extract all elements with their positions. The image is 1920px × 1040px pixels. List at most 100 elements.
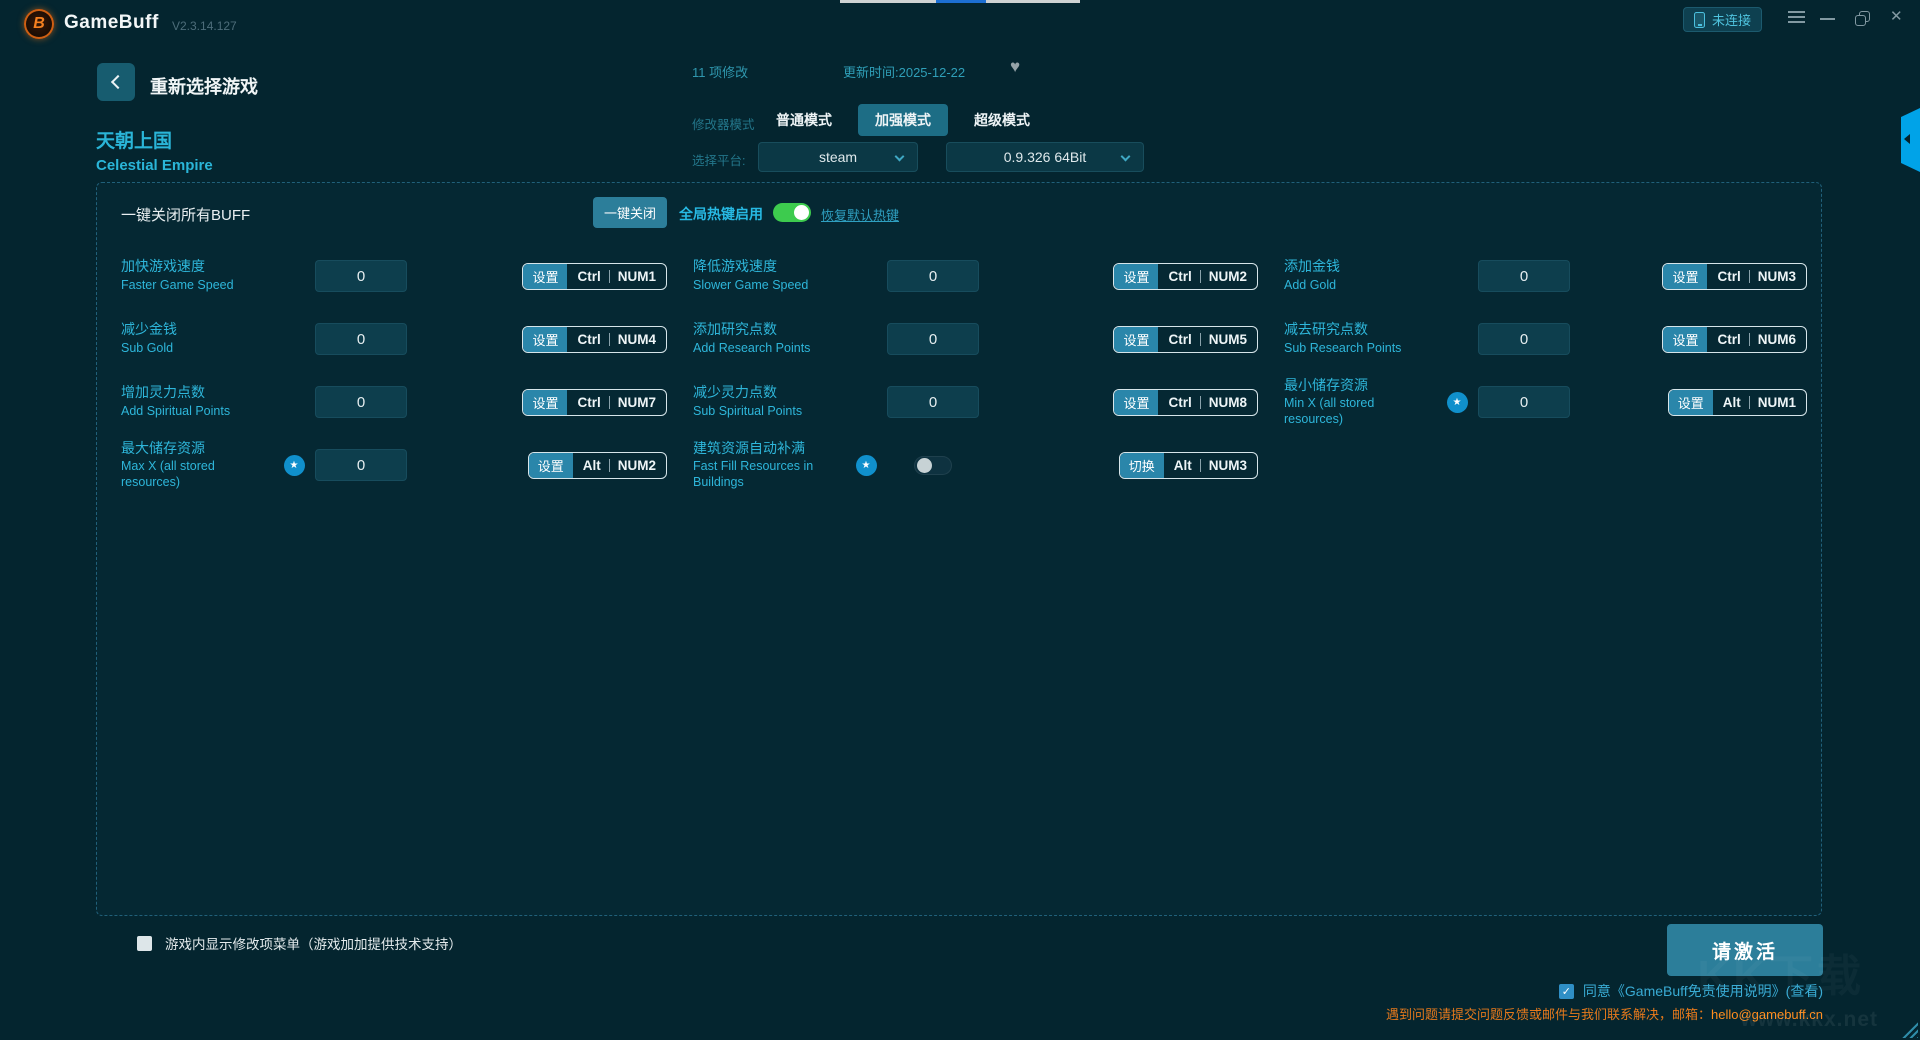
hotkey-action-button[interactable]: 设置 <box>1663 327 1707 352</box>
toggle-knob <box>917 458 932 473</box>
ingame-menu-checkbox[interactable] <box>137 936 152 951</box>
hotkey-modifier: Ctrl <box>577 332 600 347</box>
hotkey-key: NUM1 <box>618 269 656 284</box>
hotkey-setter[interactable]: 设置 Ctrl NUM3 <box>1662 263 1807 290</box>
chevron-down-icon <box>1121 152 1131 162</box>
cheat-value-input[interactable] <box>315 449 407 481</box>
hotkey-key: NUM4 <box>618 332 656 347</box>
hotkey-action-button[interactable]: 切换 <box>1120 453 1164 478</box>
tab-super-mode[interactable]: 超级模式 <box>957 104 1047 136</box>
hotkey-separator <box>1749 270 1750 283</box>
star-slot: ★ <box>845 455 887 476</box>
version-dropdown-value: 0.9.326 64Bit <box>1004 149 1087 165</box>
tab-normal-mode[interactable]: 普通模式 <box>759 104 849 136</box>
hotkey-keys: Ctrl NUM7 <box>567 390 666 415</box>
version-dropdown[interactable]: 0.9.326 64Bit <box>946 142 1144 172</box>
star-slot: ★ <box>1436 266 1478 287</box>
platform-dropdown[interactable]: steam <box>758 142 918 172</box>
hotkey-keys: Ctrl NUM1 <box>567 264 666 289</box>
gamebuff-logo-icon: B <box>24 9 54 39</box>
cheat-name-cn: 添加研究点数 <box>693 321 845 339</box>
hotkey-setter[interactable]: 设置 Ctrl NUM1 <box>522 263 667 290</box>
tab-enhanced-mode[interactable]: 加强模式 <box>858 104 948 136</box>
hotkey-action-button[interactable]: 设置 <box>1669 390 1713 415</box>
cheat-value-input[interactable] <box>1478 386 1570 418</box>
hotkey-action-button[interactable]: 设置 <box>523 390 567 415</box>
hotkey-separator <box>1200 396 1201 409</box>
minimize-icon[interactable] <box>1820 18 1835 20</box>
cheat-value-input[interactable] <box>887 323 979 355</box>
hotkey-setter[interactable]: 设置 Ctrl NUM8 <box>1113 389 1258 416</box>
cheat-value-input[interactable] <box>887 260 979 292</box>
hamburger-menu-icon[interactable] <box>1788 11 1805 13</box>
cheat-value-input[interactable] <box>1478 323 1570 355</box>
phone-icon <box>1694 12 1705 28</box>
hotkey-modifier: Ctrl <box>1168 269 1191 284</box>
cheat-name-cn: 添加金钱 <box>1284 258 1436 276</box>
connection-status-button[interactable]: 未连接 <box>1683 7 1762 32</box>
global-hotkey-toggle[interactable] <box>773 203 811 222</box>
hotkey-key: NUM8 <box>1209 395 1247 410</box>
hotkey-setter[interactable]: 设置 Ctrl NUM6 <box>1662 326 1807 353</box>
hotkey-action-button[interactable]: 设置 <box>1114 390 1158 415</box>
cheat-name-en: Max X (all stored resources) <box>121 459 273 490</box>
chevron-down-icon <box>895 152 905 162</box>
cheat-label: 最小储存资源 Min X (all stored resources) <box>1284 377 1436 428</box>
platform-label: 选择平台: <box>692 150 745 169</box>
hotkey-key: NUM6 <box>1758 332 1796 347</box>
star-slot: ★ <box>273 392 315 413</box>
favorite-heart-icon[interactable]: ♥ <box>1010 57 1020 77</box>
cheat-value-input[interactable] <box>315 386 407 418</box>
cheat-name-en: Min X (all stored resources) <box>1284 396 1436 427</box>
star-icon: ★ <box>856 455 877 476</box>
agreement-checkbox[interactable]: ✓ <box>1559 984 1574 999</box>
maximize-restore-icon[interactable] <box>1855 11 1872 27</box>
cheat-name-en: Slower Game Speed <box>693 278 845 294</box>
close-icon[interactable]: ✕ <box>1890 9 1903 24</box>
hotkey-key: NUM2 <box>1209 269 1247 284</box>
side-panel-tab[interactable] <box>1901 108 1920 172</box>
hotkey-setter[interactable]: 设置 Ctrl NUM4 <box>522 326 667 353</box>
cheat-value-input[interactable] <box>887 386 979 418</box>
cheat-label: 添加研究点数 Add Research Points <box>693 321 845 356</box>
hotkey-action-button[interactable]: 设置 <box>529 453 573 478</box>
cheat-value-input[interactable] <box>1478 260 1570 292</box>
mode-tabs: 普通模式 加强模式 超级模式 <box>759 104 1047 136</box>
kill-all-button[interactable]: 一键关闭 <box>593 197 667 228</box>
hotkey-action-button[interactable]: 设置 <box>523 327 567 352</box>
hotkey-setter[interactable]: 设置 Ctrl NUM7 <box>522 389 667 416</box>
star-icon: ★ <box>284 455 305 476</box>
cheat-toggle[interactable] <box>914 456 952 475</box>
hotkey-action-button[interactable]: 设置 <box>1663 264 1707 289</box>
cheat-item: 最小储存资源 Min X (all stored resources) ★ 设置… <box>1284 371 1811 433</box>
hotkey-key: NUM7 <box>618 395 656 410</box>
hotkey-key: NUM3 <box>1209 458 1247 473</box>
resize-grip[interactable] <box>1901 1021 1918 1038</box>
cheat-item: 减少金钱 Sub Gold ★ 设置 Ctrl NUM4 <box>121 308 693 370</box>
page-title: 重新选择游戏 <box>150 73 258 99</box>
game-title-cn: 天朝上国 <box>96 126 172 153</box>
hotkey-setter[interactable]: 切换 Alt NUM3 <box>1119 452 1258 479</box>
hotkey-keys: Alt NUM3 <box>1164 453 1257 478</box>
hotkey-keys: Ctrl NUM3 <box>1707 264 1806 289</box>
cheat-item: 最大储存资源 Max X (all stored resources) ★ 设置… <box>121 434 693 496</box>
hotkey-setter[interactable]: 设置 Alt NUM1 <box>1668 389 1807 416</box>
star-slot: ★ <box>1436 392 1478 413</box>
cheat-value-input[interactable] <box>315 260 407 292</box>
cheat-item: 增加灵力点数 Add Spiritual Points ★ 设置 Ctrl NU… <box>121 371 693 433</box>
hotkey-setter[interactable]: 设置 Ctrl NUM2 <box>1113 263 1258 290</box>
hotkey-setter[interactable]: 设置 Ctrl NUM5 <box>1113 326 1258 353</box>
cheat-name-en: Add Research Points <box>693 341 845 357</box>
hotkey-separator <box>1200 333 1201 346</box>
hotkey-action-button[interactable]: 设置 <box>523 264 567 289</box>
hotkey-modifier: Alt <box>583 458 601 473</box>
hotkey-action-button[interactable]: 设置 <box>1114 264 1158 289</box>
restore-default-hotkeys-link[interactable]: 恢复默认热键 <box>821 205 899 224</box>
cheat-value-input[interactable] <box>315 323 407 355</box>
hotkey-separator <box>1749 396 1750 409</box>
hotkey-setter[interactable]: 设置 Alt NUM2 <box>528 452 667 479</box>
hotkey-action-button[interactable]: 设置 <box>1114 327 1158 352</box>
cheat-label: 最大储存资源 Max X (all stored resources) <box>121 440 273 491</box>
hotkey-modifier: Ctrl <box>1168 395 1191 410</box>
back-button[interactable] <box>97 63 135 101</box>
